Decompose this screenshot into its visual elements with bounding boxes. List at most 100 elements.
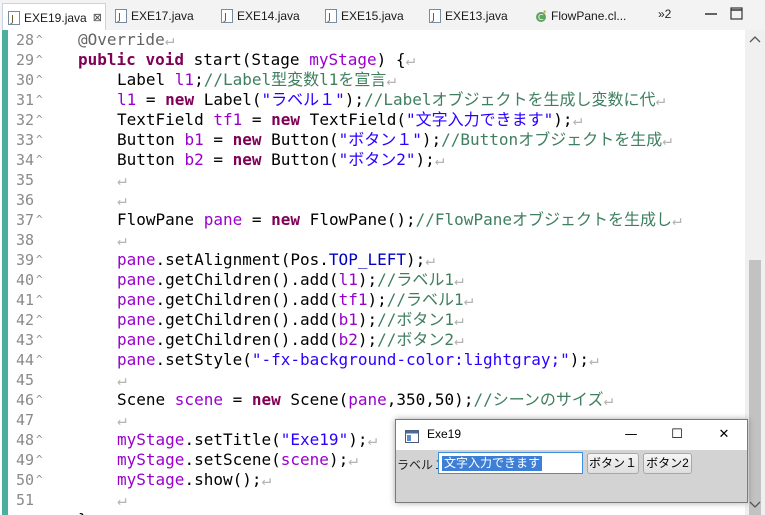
code-text: Label l1;//Label型変数l1を宣言↵ bbox=[117, 70, 397, 89]
vertical-scrollbar[interactable] bbox=[745, 30, 765, 515]
code-line[interactable]: 46 ^ Scene scene = new Scene(pane,350,50);… bbox=[0, 390, 745, 410]
code-text: l1 = new Label("ラベル１");//Labelオブジェクトを生成し… bbox=[117, 90, 666, 109]
close-tab-icon[interactable]: ⊠ bbox=[93, 11, 102, 24]
tab-flowpane[interactable]: C * FlowPane.cl... bbox=[530, 3, 626, 29]
code-text: myStage.show();↵ bbox=[117, 470, 272, 489]
indent-marker: ^ bbox=[36, 433, 43, 446]
code-text: Scene scene = new Scene(pane,350,50);//シ… bbox=[117, 390, 614, 409]
code-text: ↵ bbox=[117, 490, 127, 509]
line-number: 46 bbox=[15, 391, 34, 409]
indent-marker: ^ bbox=[36, 293, 43, 306]
minimize-view-icon[interactable] bbox=[700, 4, 722, 24]
indent-marker: ^ bbox=[36, 453, 43, 466]
line-number: 42 bbox=[15, 311, 34, 329]
code-text: ↵ bbox=[117, 410, 127, 429]
scroll-up-icon[interactable] bbox=[749, 34, 761, 47]
code-line[interactable]: 33 ^ Button b1 = new Button("ボタン１");//Butt… bbox=[0, 130, 745, 150]
code-text: myStage.setScene(scene);↵ bbox=[117, 450, 358, 469]
tab-label: EXE19.java bbox=[24, 10, 87, 25]
tab-exe15[interactable]: J EXE15.java bbox=[320, 3, 404, 29]
code-line[interactable]: 28 ^ @Override↵ bbox=[0, 30, 745, 50]
svg-text:J: J bbox=[10, 14, 14, 25]
line-number: 28 bbox=[15, 31, 34, 49]
code-line[interactable]: 40 ^ pane.getChildren().add(l1);//ラベル1↵ bbox=[0, 270, 745, 290]
scroll-down-icon[interactable] bbox=[749, 500, 761, 513]
code-text: Button b1 = new Button("ボタン１");//Buttonオ… bbox=[117, 130, 672, 149]
code-line[interactable]: 35 ↵ bbox=[0, 170, 745, 190]
java-file-icon: J bbox=[115, 9, 127, 23]
code-text: pane.setAlignment(Pos.TOP_LEFT);↵ bbox=[117, 250, 435, 269]
code-line[interactable]: 34 ^ Button b2 = new Button("ボタン2");↵ bbox=[0, 150, 745, 170]
code-line[interactable]: 39 ^ pane.setAlignment(Pos.TOP_LEFT);↵ bbox=[0, 250, 745, 270]
line-number: 35 bbox=[15, 171, 34, 189]
line-number: 40 bbox=[15, 271, 34, 289]
code-line[interactable]: 38 ↵ bbox=[0, 230, 745, 250]
code-text: FlowPane pane = new FlowPane();//FlowPan… bbox=[117, 210, 682, 229]
tab-exe19[interactable]: J EXE19.java ⊠ bbox=[2, 3, 106, 31]
code-line[interactable]: 44 ^ pane.setStyle("-fx-background-color:l… bbox=[0, 350, 745, 370]
java-file-icon: J bbox=[325, 9, 337, 23]
java-file-icon: J bbox=[429, 9, 441, 23]
svg-text:*: * bbox=[543, 9, 547, 17]
selected-text: 文字入力できます bbox=[442, 456, 543, 471]
line-number: 38 bbox=[15, 231, 34, 249]
button-b2[interactable]: ボタン2 bbox=[643, 453, 692, 474]
scrollbar-thumb[interactable] bbox=[749, 260, 761, 515]
maximize-button[interactable]: ☐ bbox=[662, 424, 692, 446]
svg-text:J: J bbox=[223, 12, 227, 23]
code-line[interactable]: } bbox=[0, 510, 745, 515]
close-button[interactable]: ✕ bbox=[709, 424, 739, 446]
window-titlebar[interactable]: Exe19 — ☐ ✕ bbox=[396, 420, 747, 450]
code-line[interactable]: 45 ↵ bbox=[0, 370, 745, 390]
tab-label: EXE14.java bbox=[237, 9, 300, 23]
maximize-view-icon[interactable] bbox=[726, 4, 748, 24]
code-text: ↵ bbox=[117, 190, 127, 209]
code-line[interactable]: 41 ^ pane.getChildren().add(tf1);//ラベル1↵ bbox=[0, 290, 745, 310]
text-field-tf1[interactable]: 文字入力できます bbox=[438, 452, 583, 474]
code-text: pane.getChildren().add(l1);//ラベル1↵ bbox=[117, 270, 464, 289]
line-number: 30 bbox=[15, 71, 34, 89]
indent-marker: ^ bbox=[36, 333, 43, 346]
window-title: Exe19 bbox=[427, 427, 462, 441]
tab-exe17[interactable]: J EXE17.java bbox=[110, 3, 194, 29]
code-text: ↵ bbox=[117, 170, 127, 189]
code-line[interactable]: 42 ^ pane.getChildren().add(b1);//ボタン1↵ bbox=[0, 310, 745, 330]
code-line[interactable]: 37 ^ FlowPane pane = new FlowPane();//Flow… bbox=[0, 210, 745, 230]
line-number: 39 bbox=[15, 251, 34, 269]
line-number: 37 bbox=[15, 211, 34, 229]
line-number: 32 bbox=[15, 111, 34, 129]
code-line[interactable]: 43 ^ pane.getChildren().add(b2);//ボタン2↵ bbox=[0, 330, 745, 350]
tab-overflow-button[interactable]: »2 bbox=[658, 7, 671, 21]
code-line[interactable]: 36 ↵ bbox=[0, 190, 745, 210]
java-file-icon: J bbox=[8, 10, 20, 25]
tab-exe13[interactable]: J EXE13.java bbox=[424, 3, 508, 29]
tab-label: EXE15.java bbox=[341, 9, 404, 23]
code-line[interactable]: 30 ^ Label l1;//Label型変数l1を宣言↵ bbox=[0, 70, 745, 90]
line-number: 36 bbox=[15, 191, 34, 209]
line-number: 47 bbox=[15, 411, 34, 429]
button-b1[interactable]: ボタン１ bbox=[587, 453, 639, 474]
line-number: 45 bbox=[15, 371, 34, 389]
indent-marker: ^ bbox=[36, 133, 43, 146]
minimize-button[interactable]: — bbox=[616, 424, 646, 446]
code-text: ↵ bbox=[117, 230, 127, 249]
java-file-icon: J bbox=[221, 9, 233, 23]
code-line[interactable]: 32 ^ TextField tf1 = new TextField("文字入力でき… bbox=[0, 110, 745, 130]
code-line[interactable]: 29 ^ public void start(Stage myStage) {↵ bbox=[0, 50, 745, 70]
line-number: 34 bbox=[15, 151, 34, 169]
indent-marker: ^ bbox=[36, 113, 43, 126]
code-text: pane.setStyle("-fx-background-color:ligh… bbox=[117, 350, 599, 369]
line-number: 33 bbox=[15, 131, 34, 149]
svg-text:J: J bbox=[431, 12, 435, 23]
editor-tab-bar: J EXE19.java ⊠ J EXE17.java J EXE14.java… bbox=[0, 0, 765, 31]
indent-marker: ^ bbox=[36, 93, 43, 106]
code-text: myStage.setTitle("Exe19");↵ bbox=[117, 430, 378, 449]
tab-label: EXE13.java bbox=[445, 9, 508, 23]
code-text: pane.getChildren().add(b2);//ボタン2↵ bbox=[117, 330, 464, 349]
code-text: pane.getChildren().add(tf1);//ラベル1↵ bbox=[117, 290, 474, 309]
code-text: public void start(Stage myStage) {↵ bbox=[78, 50, 416, 69]
code-line[interactable]: 31 ^ l1 = new Label("ラベル１");//Labelオブジェクトを… bbox=[0, 90, 745, 110]
tab-exe14[interactable]: J EXE14.java bbox=[216, 3, 300, 29]
class-file-icon: C * bbox=[535, 9, 547, 23]
code-text: TextField tf1 = new TextField("文字入力できます"… bbox=[117, 110, 583, 129]
